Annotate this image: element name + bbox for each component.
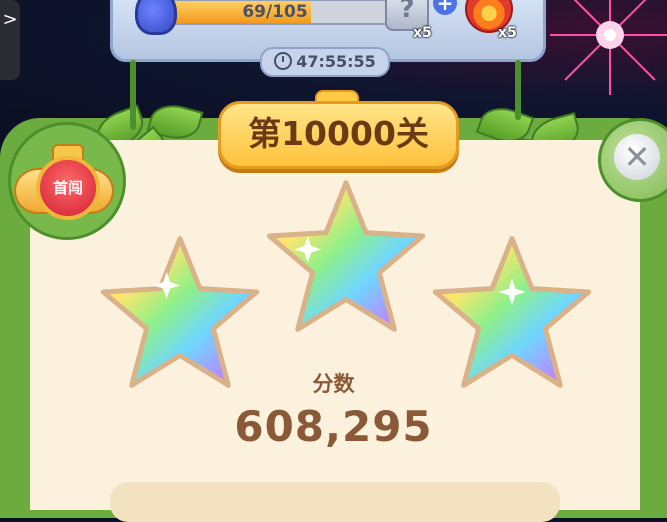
bottom-panel xyxy=(110,482,560,522)
vine-decoration xyxy=(515,60,521,120)
firework-decoration xyxy=(550,0,667,95)
side-back-tab[interactable]: > xyxy=(0,0,20,80)
star-2 xyxy=(266,180,426,332)
progress-text: 69/105 xyxy=(242,2,308,22)
first-clear-medal: 首闯 xyxy=(14,144,114,230)
progress-bar: 69/105 xyxy=(159,0,391,25)
level-title-banner: 第10000关 xyxy=(218,101,459,169)
potion-icon xyxy=(135,0,177,35)
vine-decoration xyxy=(130,60,136,130)
plus-icon: + xyxy=(433,0,457,15)
fire-booster-count: x5 xyxy=(498,25,517,41)
score-value: 608,295 xyxy=(234,402,433,451)
timer-text: 47:55:55 xyxy=(296,52,376,71)
medal-badge: 首闯 xyxy=(36,156,100,220)
medal-label: 首闯 xyxy=(52,179,83,197)
close-icon: ✕ xyxy=(614,134,660,180)
event-timer: 47:55:55 xyxy=(260,47,390,77)
mystery-box-count: x5 xyxy=(413,25,432,41)
chevron-right-icon: > xyxy=(2,9,18,30)
question-mark: ? xyxy=(399,0,415,24)
level-title: 第10000关 xyxy=(248,114,429,153)
score-label: 分数 xyxy=(312,372,355,396)
clock-icon xyxy=(274,52,293,70)
